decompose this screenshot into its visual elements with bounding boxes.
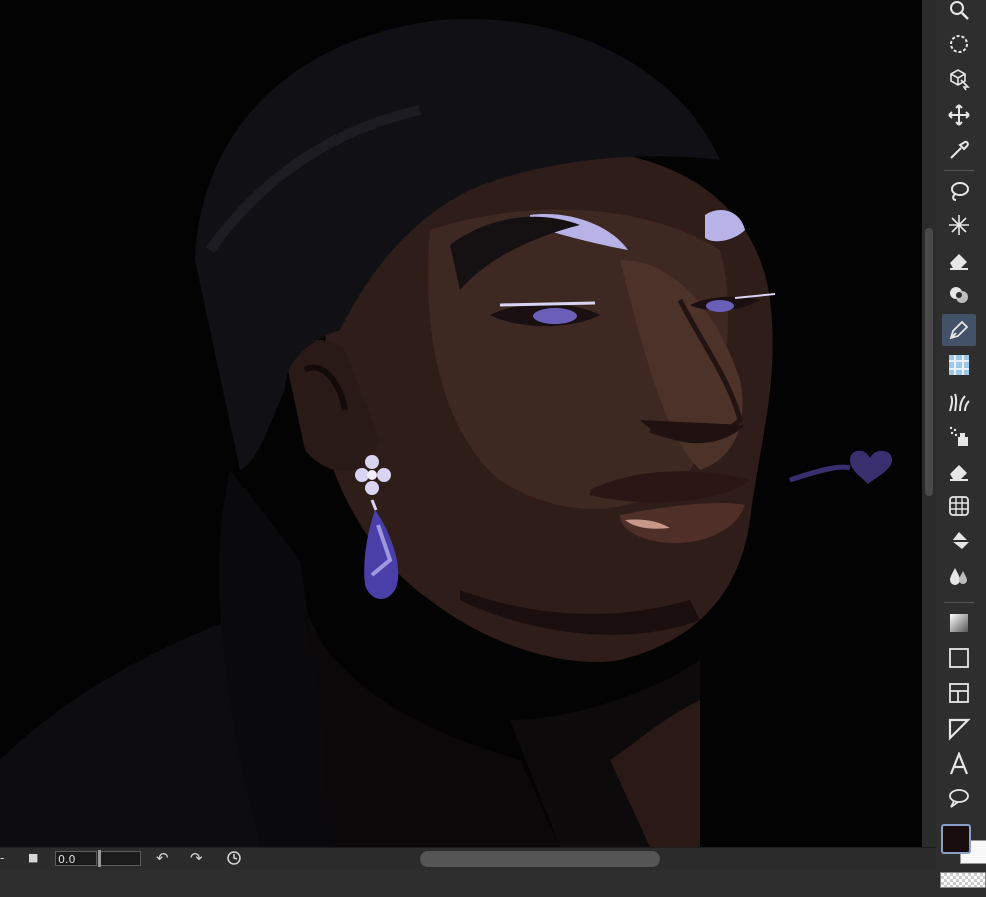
foreground-color-swatch[interactable] — [941, 824, 971, 854]
pen-nib-icon — [949, 320, 969, 340]
magic-wand-icon — [949, 215, 969, 235]
pen-tool[interactable] — [942, 314, 976, 346]
blend-blob-icon — [950, 287, 968, 303]
eraser-tool[interactable] — [942, 244, 976, 276]
redo-button[interactable]: ↷ — [190, 849, 203, 867]
move-tool[interactable] — [942, 99, 976, 131]
magnifier-icon — [950, 1, 969, 20]
status-bar — [0, 870, 936, 897]
frame-slider[interactable] — [98, 850, 141, 867]
blur-tool[interactable] — [942, 560, 976, 592]
zoom-tool[interactable] — [942, 0, 976, 26]
fill-tool[interactable] — [942, 525, 976, 557]
pattern-tile-icon — [949, 355, 969, 375]
tool-palette — [936, 0, 986, 820]
move-arrows-icon — [948, 104, 970, 126]
decoration-tool[interactable] — [942, 386, 976, 418]
heart-doodle — [850, 450, 892, 484]
frame-value-input[interactable]: 0.0 — [55, 851, 97, 866]
blend-tool[interactable] — [942, 279, 976, 311]
frame-panel-icon — [949, 683, 969, 703]
timeline-bar: - ■ 0.0 ↶ ↷ — [0, 847, 936, 871]
horizontal-scroll-thumb[interactable] — [420, 851, 660, 867]
text-A-icon — [949, 752, 969, 775]
stop-button[interactable]: ■ — [28, 851, 38, 864]
grid-tool[interactable] — [942, 490, 976, 522]
eyedropper-icon — [950, 140, 969, 159]
eyedropper-tool[interactable] — [942, 134, 976, 166]
eraser-icon — [950, 254, 968, 270]
lasso-icon — [951, 182, 969, 201]
magic-wand-tool[interactable] — [942, 209, 976, 241]
gradient-tool[interactable] — [942, 607, 976, 639]
vertical-scrollbar[interactable] — [922, 0, 936, 847]
timeline-left-button[interactable]: - — [0, 851, 4, 865]
eraser-tool-2[interactable] — [942, 455, 976, 487]
grid-perspective-icon — [949, 496, 969, 516]
airbrush-tool[interactable] — [942, 420, 976, 452]
frame-tool[interactable] — [942, 677, 976, 709]
portrait-artwork — [0, 18, 892, 847]
ruler-tool[interactable] — [942, 713, 976, 745]
rotate-dashed-circle-icon — [950, 35, 968, 53]
water-drops-icon — [950, 568, 967, 585]
vertical-scroll-thumb[interactable] — [925, 228, 933, 496]
eraser-icon — [950, 465, 968, 481]
drawing-canvas[interactable] — [0, 0, 922, 847]
airbrush-icon — [949, 426, 968, 446]
text-tool[interactable] — [942, 748, 976, 780]
undo-button[interactable]: ↶ — [156, 849, 169, 867]
rectangle-tool[interactable] — [942, 642, 976, 674]
timer-icon — [227, 851, 241, 865]
lasso-selection-tool[interactable] — [942, 175, 976, 207]
pattern-tool[interactable] — [942, 349, 976, 381]
timer-button[interactable] — [226, 850, 242, 869]
rotate-view-tool[interactable] — [942, 28, 976, 60]
gradient-square-icon — [950, 614, 968, 632]
ruler-triangle-icon — [948, 718, 971, 741]
balloon-tool[interactable] — [942, 782, 976, 814]
paint-bucket-icon — [950, 532, 969, 549]
cube-cursor-icon — [950, 69, 970, 91]
toolbar-separator — [944, 170, 974, 171]
rectangle-icon — [949, 648, 969, 668]
grass-brush-icon — [949, 393, 970, 412]
transparent-color-swatch[interactable] — [940, 872, 986, 888]
object-select-tool[interactable] — [942, 63, 976, 95]
color-well — [936, 820, 986, 897]
speech-balloon-icon — [949, 789, 969, 808]
toolbar-separator — [944, 602, 974, 603]
